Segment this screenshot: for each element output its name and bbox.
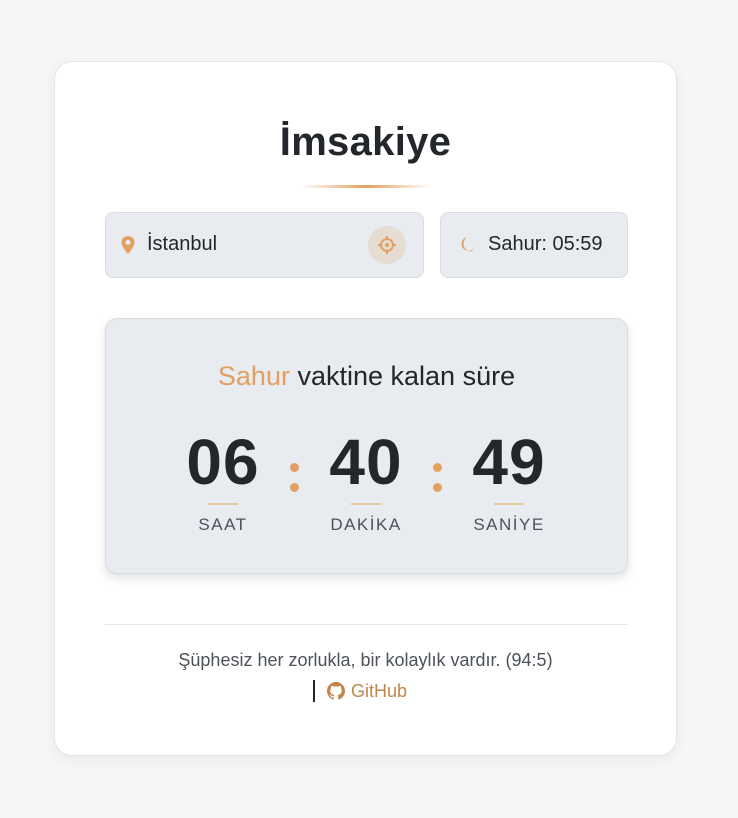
location-value: İstanbul: [147, 233, 218, 255]
minutes-label: DAKİKA: [330, 515, 402, 534]
colon-separator: [290, 463, 299, 493]
minutes-underline: [351, 503, 381, 505]
seconds-value: 49: [472, 426, 546, 498]
seconds-label: SANİYE: [473, 515, 545, 534]
countdown-panel: Sahur vaktine kalan süre 06 SAAT 40 DAKİ…: [105, 318, 628, 574]
footer-links: GitHub: [313, 679, 407, 703]
location-field[interactable]: İstanbul: [105, 212, 424, 278]
map-pin-icon: [121, 236, 135, 254]
minutes-unit: 40 DAKİKA: [311, 427, 421, 535]
locate-me-button[interactable]: [368, 226, 406, 264]
hours-underline: [208, 503, 238, 505]
pipe-separator: [313, 680, 315, 702]
countdown-heading: Sahur vaktine kalan süre: [106, 361, 627, 392]
countdown-heading-rest: vaktine kalan süre: [289, 361, 516, 391]
github-link[interactable]: GitHub: [327, 681, 407, 702]
minutes-value: 40: [329, 426, 403, 498]
hours-unit: 06 SAAT: [168, 427, 278, 535]
seconds-underline: [494, 503, 524, 505]
main-card: İmsakiye İstanbul Sahur: 05:59 Sahur vak…: [54, 61, 677, 756]
github-icon: [327, 682, 345, 700]
github-link-label: GitHub: [351, 680, 408, 701]
footer-divider: [105, 624, 628, 625]
hours-label: SAAT: [198, 515, 248, 534]
sahur-time-label: Sahur: 05:59: [488, 233, 603, 255]
crosshair-icon: [378, 236, 396, 254]
countdown-heading-accent: Sahur: [217, 361, 290, 391]
moon-icon: [461, 237, 475, 252]
sahur-time-badge: Sahur: 05:59: [440, 212, 628, 278]
footer-quote: Şüphesiz her zorlukla, bir kolaylık vard…: [178, 650, 553, 670]
colon-separator: [433, 463, 442, 493]
seconds-unit: 49 SANİYE: [454, 427, 564, 535]
hours-value: 06: [186, 426, 260, 498]
title-underline: [301, 185, 431, 188]
page-title: İmsakiye: [279, 120, 452, 164]
